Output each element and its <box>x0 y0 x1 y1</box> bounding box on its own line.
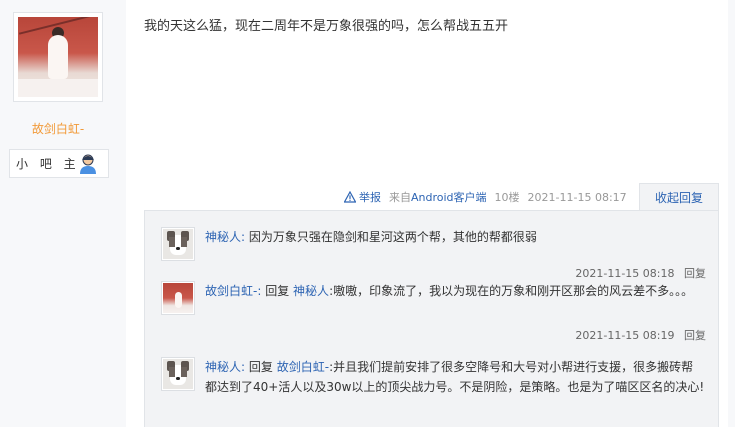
post-meta: 举报 来自Android客户端 10楼 2021-11-15 08:17 <box>344 188 627 206</box>
reply-time: 2021-11-15 08:18 <box>575 267 675 280</box>
reply-to-user[interactable]: 神秘人 <box>293 284 329 298</box>
reply-author[interactable]: 神秘人: <box>205 360 245 374</box>
reply-word: 回复 <box>248 360 273 374</box>
reply-avatar[interactable] <box>161 357 195 391</box>
reply-item: 故剑白虹-: 回复 神秘人:嗷嗷，印象流了，我以为现在的万象和刚开区那会的风云差… <box>161 281 706 345</box>
right-edge <box>728 0 735 427</box>
reply-footer: 2021-11-15 08:19 回复 <box>575 327 706 343</box>
reply-button[interactable]: 回复 <box>684 329 706 342</box>
reply-author[interactable]: 神秘人: <box>205 230 245 244</box>
reply-list: 神秘人: 因为万象只强在隐剑和星河这两个帮，其他的帮都很弱 2021-11-15… <box>144 210 719 427</box>
avatar-image <box>18 17 98 97</box>
author-name[interactable]: 故剑白虹- <box>0 120 116 137</box>
floor-number: 10楼 <box>494 191 520 204</box>
reply-item: 神秘人: 因为万象只强在隐剑和星河这两个帮，其他的帮都很弱 2021-11-15… <box>161 227 706 285</box>
role-label: 小 吧 主 <box>16 157 80 171</box>
reply-to-user[interactable]: 故剑白虹- <box>277 360 329 374</box>
client-source: 来自Android客户端 <box>389 189 487 205</box>
reply-avatar[interactable] <box>161 227 195 261</box>
reply-content: 神秘人: 回复 故剑白虹-:并且我们提前安排了很多空降号和大号对小帮进行支援，很… <box>205 357 705 397</box>
post-page: 故剑白虹- 小 吧 主 我的天这么猛，现在二周年不是万象很强的吗，怎么帮战五五开… <box>0 0 735 427</box>
dog-avatar-image <box>163 359 193 389</box>
reply-text: :嗷嗷，印象流了，我以为现在的万象和刚开区那会的风云差不多。。。 <box>329 284 694 298</box>
dog-avatar-image <box>163 229 193 259</box>
report-label: 举报 <box>359 191 381 204</box>
post-content: 我的天这么猛，现在二周年不是万象很强的吗，怎么帮战五五开 <box>144 19 509 34</box>
role-badge: 小 吧 主 <box>9 149 109 178</box>
reply-content: 故剑白虹-: 回复 神秘人:嗷嗷，印象流了，我以为现在的万象和刚开区那会的风云差… <box>205 281 705 301</box>
reply-item: 神秘人: 回复 故剑白虹-:并且我们提前安排了很多空降号和大号对小帮进行支援，很… <box>161 357 706 427</box>
post-time: 2021-11-15 08:17 <box>527 190 627 204</box>
reply-avatar-image <box>163 283 193 313</box>
reply-time: 2021-11-15 08:19 <box>575 329 675 342</box>
collapse-replies-button[interactable]: 收起回复 <box>639 183 719 211</box>
report-link[interactable]: 举报 <box>344 189 381 205</box>
reply-footer: 2021-11-15 08:18 回复 <box>575 265 706 281</box>
author-sidebar: 故剑白虹- 小 吧 主 <box>0 0 126 427</box>
reply-word: 回复 <box>265 284 290 298</box>
reply-avatar[interactable] <box>161 281 195 315</box>
client-prefix: 来自 <box>389 191 411 204</box>
user-role-icon <box>80 154 96 174</box>
reply-author[interactable]: 故剑白虹-: <box>205 284 261 298</box>
reply-content: 神秘人: 因为万象只强在隐剑和星河这两个帮，其他的帮都很弱 <box>205 227 705 247</box>
reply-text: 因为万象只强在隐剑和星河这两个帮，其他的帮都很弱 <box>248 230 537 244</box>
warning-icon <box>344 191 356 203</box>
reply-button[interactable]: 回复 <box>684 267 706 280</box>
client-link[interactable]: Android客户端 <box>411 191 487 204</box>
author-avatar[interactable] <box>13 12 103 102</box>
